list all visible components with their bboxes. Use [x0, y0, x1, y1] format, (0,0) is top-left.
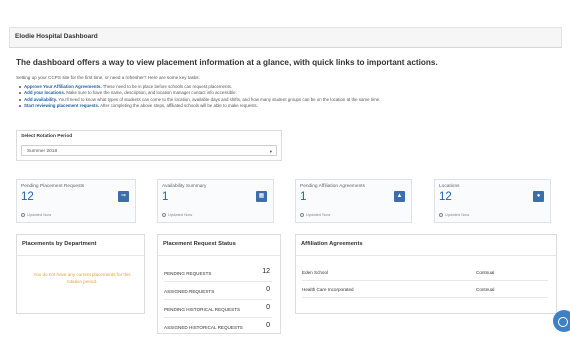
clock-icon [439, 212, 443, 217]
agreement-type: Contnual [476, 287, 495, 292]
stat-updated: Updated Now [21, 212, 51, 217]
rotation-period-value: Summer 2018 [27, 148, 58, 154]
dashboard-header: Elodie Hospital Dashboard [9, 27, 562, 48]
clock-icon [162, 212, 166, 217]
stat-updated-text: Updated Now [168, 212, 193, 217]
stat-value: 12 [439, 191, 452, 203]
panel-title: Affiliation Agreements [301, 241, 363, 247]
stat-value: 1 [300, 191, 307, 203]
task-description: After completing the above steps, affili… [99, 102, 258, 108]
divider [296, 255, 556, 256]
clock-icon [300, 212, 304, 217]
chevron-down-icon: ▾ [269, 148, 272, 154]
stat-card-locations[interactable]: Locations 12 ● Updated Now [434, 179, 551, 223]
status-label: ASSIGNED HISTORICAL REQUESTS [164, 325, 243, 330]
status-row-pending-historical[interactable]: PENDING HISTORICAL REQUESTS 0 [164, 301, 272, 318]
status-row-assigned-historical[interactable]: ASSIGNED HISTORICAL REQUESTS 0 [164, 319, 272, 333]
stat-card-availability-summary[interactable]: Availability Summary 1 ▦ Updated Now [157, 179, 274, 223]
stat-value: 1 [162, 191, 169, 203]
stat-value: 12 [21, 191, 34, 203]
rotation-period-select[interactable]: Summer 2018 ▾ [21, 145, 277, 156]
calendar-icon[interactable]: ▦ [256, 191, 267, 202]
task-description: Make sure to have the name, description,… [64, 90, 237, 96]
divider [17, 255, 144, 256]
stat-updated: Updated Now [300, 212, 330, 217]
rotation-period-label: Select Rotation Period [21, 134, 73, 139]
dashboard-headline: The dashboard offers a way to view place… [16, 58, 438, 67]
placement-request-status-panel: Placement Request Status PENDING REQUEST… [157, 234, 281, 334]
placements-by-department-panel: Placements by Department You do not have… [16, 234, 145, 314]
status-count: 0 [266, 286, 270, 293]
divider [158, 255, 280, 256]
stat-updated: Updated Now [162, 212, 192, 217]
status-label: ASSIGNED REQUESTS [164, 289, 215, 294]
panel-title: Placements by Department [22, 241, 97, 247]
stat-updated: Updated Now [439, 212, 469, 217]
empty-state-message: You do not have any current placements f… [33, 272, 131, 284]
arrow-box-icon[interactable]: ⇒ [118, 191, 129, 202]
status-count: 0 [266, 304, 270, 311]
stat-name: Pending Placement Requests [21, 184, 85, 189]
stat-updated-text: Updated Now [445, 212, 470, 217]
status-label: PENDING HISTORICAL REQUESTS [164, 307, 241, 312]
status-label: PENDING REQUESTS [164, 271, 212, 276]
map-pin-icon[interactable]: ● [533, 191, 544, 202]
status-count: 0 [266, 322, 270, 329]
page-title: Elodie Hospital Dashboard [15, 33, 98, 40]
agreement-name: Health Care Incorporated [302, 287, 354, 292]
stat-card-pending-affiliation-agreements[interactable]: Pending Affiliation Agreements 1 ▲ Updat… [295, 179, 412, 223]
stat-updated-text: Updated Now [306, 212, 331, 217]
task-link-add-locations[interactable]: Add your locations. [24, 90, 65, 95]
task-link-add-availability[interactable]: Add availability. [24, 97, 57, 102]
stat-card-pending-placement-requests[interactable]: Pending Placement Requests 12 ⇒ Updated … [16, 179, 136, 223]
agreement-row[interactable]: Health Care Incorporated Contnual [302, 282, 548, 298]
affiliation-agreements-panel: Affiliation Agreements Eden School Contn… [295, 234, 557, 314]
agreement-name: Eden School [302, 270, 329, 275]
stat-updated-text: Updated Now [27, 212, 52, 217]
status-row-pending[interactable]: PENDING REQUESTS 12 [164, 265, 272, 282]
rotation-period-panel: Select Rotation Period Summer 2018 ▾ [16, 130, 282, 161]
key-tasks-list: Approve Your Affiliation Agreements. The… [18, 84, 381, 109]
help-search-fab[interactable] [553, 310, 570, 332]
task-link-review-requests[interactable]: Start reviewing placement requests. [24, 103, 99, 108]
stat-name: Availability Summary [162, 184, 207, 189]
intro-text: Setting up your CCPS site for the first … [16, 75, 200, 80]
task-description: You’ll need to know what types of studen… [57, 96, 381, 102]
status-row-assigned[interactable]: ASSIGNED REQUESTS 0 [164, 283, 272, 300]
agreement-type: Contnual [476, 270, 495, 275]
warning-icon[interactable]: ▲ [394, 191, 405, 202]
clock-icon [21, 212, 25, 217]
task-item: Start reviewing placement requests. Afte… [18, 102, 380, 109]
status-count: 12 [262, 268, 270, 275]
panel-title: Placement Request Status [163, 241, 236, 247]
stat-name: Pending Affiliation Agreements [300, 184, 365, 189]
agreement-row[interactable]: Eden School Contnual [302, 265, 548, 281]
task-description: These need to be in place before schools… [101, 84, 233, 89]
task-link-approve-agreements[interactable]: Approve Your Affiliation Agreements. [24, 84, 102, 89]
stat-name: Locations [439, 184, 460, 189]
